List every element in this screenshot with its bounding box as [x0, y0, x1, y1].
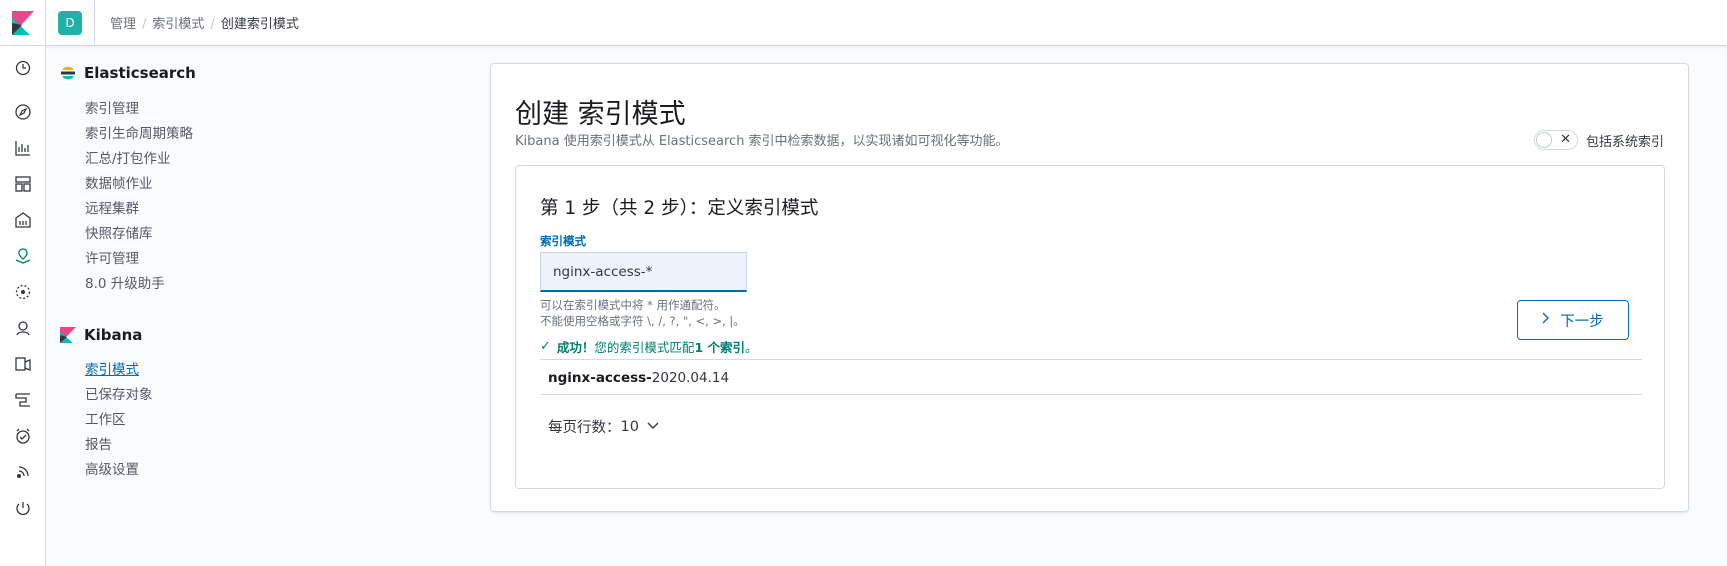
- success-message: ✓ 成功！ 您的索引模式匹配 1 个索引 。: [540, 337, 758, 356]
- sidebar-item-license[interactable]: 许可管理: [85, 247, 139, 267]
- rows-per-page-selector[interactable]: 每页行数： 10: [548, 416, 659, 437]
- success-middle: 您的索引模式匹配: [594, 340, 695, 355]
- breadcrumb-separator: /: [210, 17, 215, 32]
- sidebar-item-advanced-settings[interactable]: 高级设置: [85, 458, 139, 478]
- siem-icon[interactable]: [13, 462, 33, 482]
- sidebar-item-transforms[interactable]: 数据帧作业: [85, 172, 153, 192]
- chevron-down-icon: [647, 420, 659, 433]
- next-step-label: 下一步: [1560, 313, 1604, 330]
- elasticsearch-heading: Elasticsearch: [60, 64, 196, 82]
- elasticsearch-logo-icon: [61, 66, 75, 80]
- matched-index-suffix: 2020.04.14: [651, 370, 730, 386]
- help-text-chars: 不能使用空格或字符 \, /, ?, ", <, >, |。: [540, 314, 745, 328]
- kibana-heading: Kibana: [60, 326, 142, 344]
- divider: [540, 394, 1642, 395]
- rows-per-page-label: 每页行数：: [548, 420, 621, 436]
- space-avatar[interactable]: D: [58, 11, 82, 35]
- maps-icon[interactable]: [13, 246, 33, 266]
- breadcrumb: 管理 / 索引模式 / 创建索引模式: [110, 13, 299, 32]
- breadcrumb-create-index-pattern: 创建索引模式: [220, 17, 299, 32]
- compass-icon[interactable]: [13, 102, 33, 122]
- ml-icon[interactable]: [13, 282, 33, 302]
- sidebar-item-ilm[interactable]: 索引生命周期策略: [85, 122, 193, 142]
- uptime-icon[interactable]: [13, 426, 33, 446]
- sidebar-item-saved-objects[interactable]: 已保存对象: [85, 383, 153, 403]
- sidebar-item-index-patterns[interactable]: 索引模式: [85, 358, 139, 378]
- step-one-card: 第 1 步（共 2 步）：定义索引模式 索引模式 可以在索引模式中将 * 用作通…: [515, 165, 1665, 489]
- toggle-label: 包括系统索引: [1585, 134, 1664, 150]
- success-prefix: 成功！: [556, 340, 595, 355]
- canvas-icon[interactable]: [13, 210, 33, 230]
- success-suffix: 。: [745, 340, 758, 355]
- include-system-indices: ✕ 包括系统索引: [1533, 130, 1664, 150]
- header-divider: [94, 0, 95, 46]
- visualize-icon[interactable]: [13, 138, 33, 158]
- kibana-logo[interactable]: [0, 0, 46, 46]
- kibana-small-logo-icon: [60, 327, 76, 343]
- sidebar-item-rollup[interactable]: 汇总/打包作业: [85, 147, 171, 167]
- breadcrumb-index-patterns[interactable]: 索引模式: [152, 17, 204, 32]
- help-text-wildcard: 可以在索引模式中将 * 用作通配符。: [540, 298, 726, 312]
- breadcrumb-separator: /: [142, 17, 147, 32]
- sidebar-item-spaces[interactable]: 工作区: [85, 408, 126, 428]
- apm-icon[interactable]: [13, 390, 33, 410]
- matched-index-prefix: nginx-access-: [548, 370, 652, 386]
- dashboard-icon[interactable]: [13, 174, 33, 194]
- page-subtitle: Kibana 使用索引模式从 Elasticsearch 索引中检索数据，以实现…: [515, 134, 1009, 149]
- matched-index-row: nginx-access-2020.04.14: [548, 370, 729, 386]
- close-icon: ✕: [1560, 132, 1571, 147]
- top-header: D 管理 / 索引模式 / 创建索引模式: [0, 0, 1727, 46]
- app-nav: [0, 46, 46, 566]
- create-index-pattern-panel: 创建 索引模式 Kibana 使用索引模式从 Elasticsearch 索引中…: [490, 63, 1689, 512]
- index-pattern-input[interactable]: [540, 252, 747, 292]
- sidebar-item-index-management[interactable]: 索引管理: [85, 97, 139, 117]
- index-pattern-label: 索引模式: [540, 234, 586, 248]
- next-step-button[interactable]: 下一步: [1517, 300, 1629, 340]
- logs-icon[interactable]: [13, 354, 33, 374]
- breadcrumb-management[interactable]: 管理: [110, 17, 136, 32]
- sidebar-item-upgrade-assistant[interactable]: 8.0 升级助手: [85, 272, 165, 292]
- sidebar-item-snapshots[interactable]: 快照存储库: [85, 222, 153, 242]
- infra-icon[interactable]: [13, 318, 33, 338]
- clock-icon[interactable]: [13, 58, 33, 78]
- check-icon: ✓: [540, 339, 551, 354]
- divider: [540, 359, 1642, 360]
- sidebar-item-remote-clusters[interactable]: 远程集群: [85, 197, 139, 217]
- rows-per-page-value: 10: [620, 418, 639, 435]
- toggle-knob: [1535, 132, 1552, 148]
- page-title: 创建 索引模式: [515, 99, 686, 130]
- include-system-indices-toggle[interactable]: ✕: [1533, 130, 1578, 150]
- elasticsearch-title: Elasticsearch: [84, 64, 196, 82]
- sidebar-item-reporting[interactable]: 报告: [85, 433, 112, 453]
- kibana-title: Kibana: [84, 326, 143, 344]
- chevron-right-icon: [1542, 312, 1550, 328]
- kibana-logo-icon: [12, 11, 34, 35]
- success-count: 1 个索引: [694, 340, 745, 355]
- step-title: 第 1 步（共 2 步）：定义索引模式: [540, 198, 819, 219]
- monitoring-icon[interactable]: [13, 498, 33, 518]
